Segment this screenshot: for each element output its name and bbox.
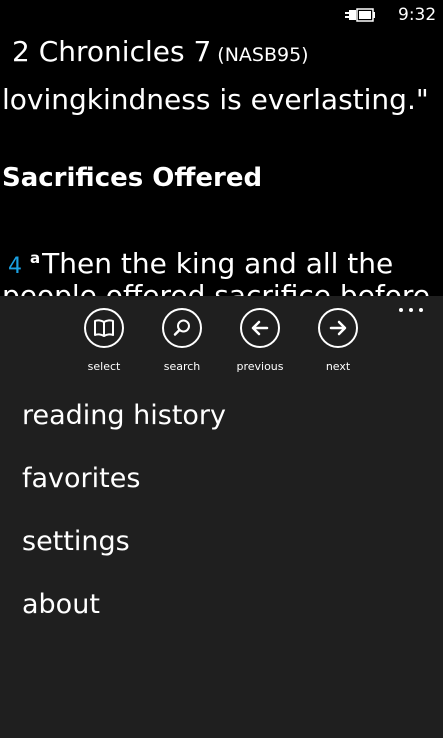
section-heading: Sacrifices Offered: [2, 163, 263, 193]
search-icon: [173, 319, 190, 336]
application-bar: select search previous next reading hist…: [0, 296, 443, 738]
status-bar: 9:32: [0, 0, 443, 30]
previous-button[interactable]: previous: [230, 308, 290, 378]
menu-item-about[interactable]: about: [22, 587, 226, 650]
search-label: search: [163, 360, 201, 373]
footnote-marker[interactable]: a: [30, 249, 40, 267]
verse-text-continued: people offered sacrifice before: [2, 279, 430, 296]
menu-item-settings[interactable]: settings: [22, 524, 226, 587]
screen: 9:32 2 Chronicles 7 (NASB95) lovingkindne…: [0, 0, 443, 738]
verse-text-tail: lovingkindness is everlasting.": [2, 83, 429, 116]
menu-item-reading-history[interactable]: reading history: [22, 398, 226, 461]
status-time: 9:32: [398, 5, 437, 25]
verse-text: Then the king and all the: [42, 247, 394, 280]
arrow-right-icon: [329, 320, 347, 336]
ellipsis-icon[interactable]: [393, 300, 433, 320]
bible-version: (NASB95): [217, 44, 309, 66]
chapter-title: 2 Chronicles 7: [12, 35, 212, 68]
next-label: next: [325, 360, 351, 373]
menu-item-favorites[interactable]: favorites: [22, 461, 226, 524]
search-button[interactable]: search: [152, 308, 212, 378]
battery-charging-icon: [345, 8, 375, 22]
arrow-left-icon: [251, 320, 269, 336]
next-button[interactable]: next: [308, 308, 368, 378]
verse-number: 4: [8, 254, 22, 279]
select-label: select: [87, 360, 121, 373]
app-bar-menu: reading history favorites settings about: [22, 398, 226, 650]
select-button[interactable]: select: [74, 308, 134, 378]
previous-label: previous: [236, 360, 284, 373]
book-icon: [94, 319, 114, 337]
chapter-header[interactable]: 2 Chronicles 7 (NASB95): [12, 34, 309, 73]
scrolled-text-fragment: [6, 66, 15, 76]
